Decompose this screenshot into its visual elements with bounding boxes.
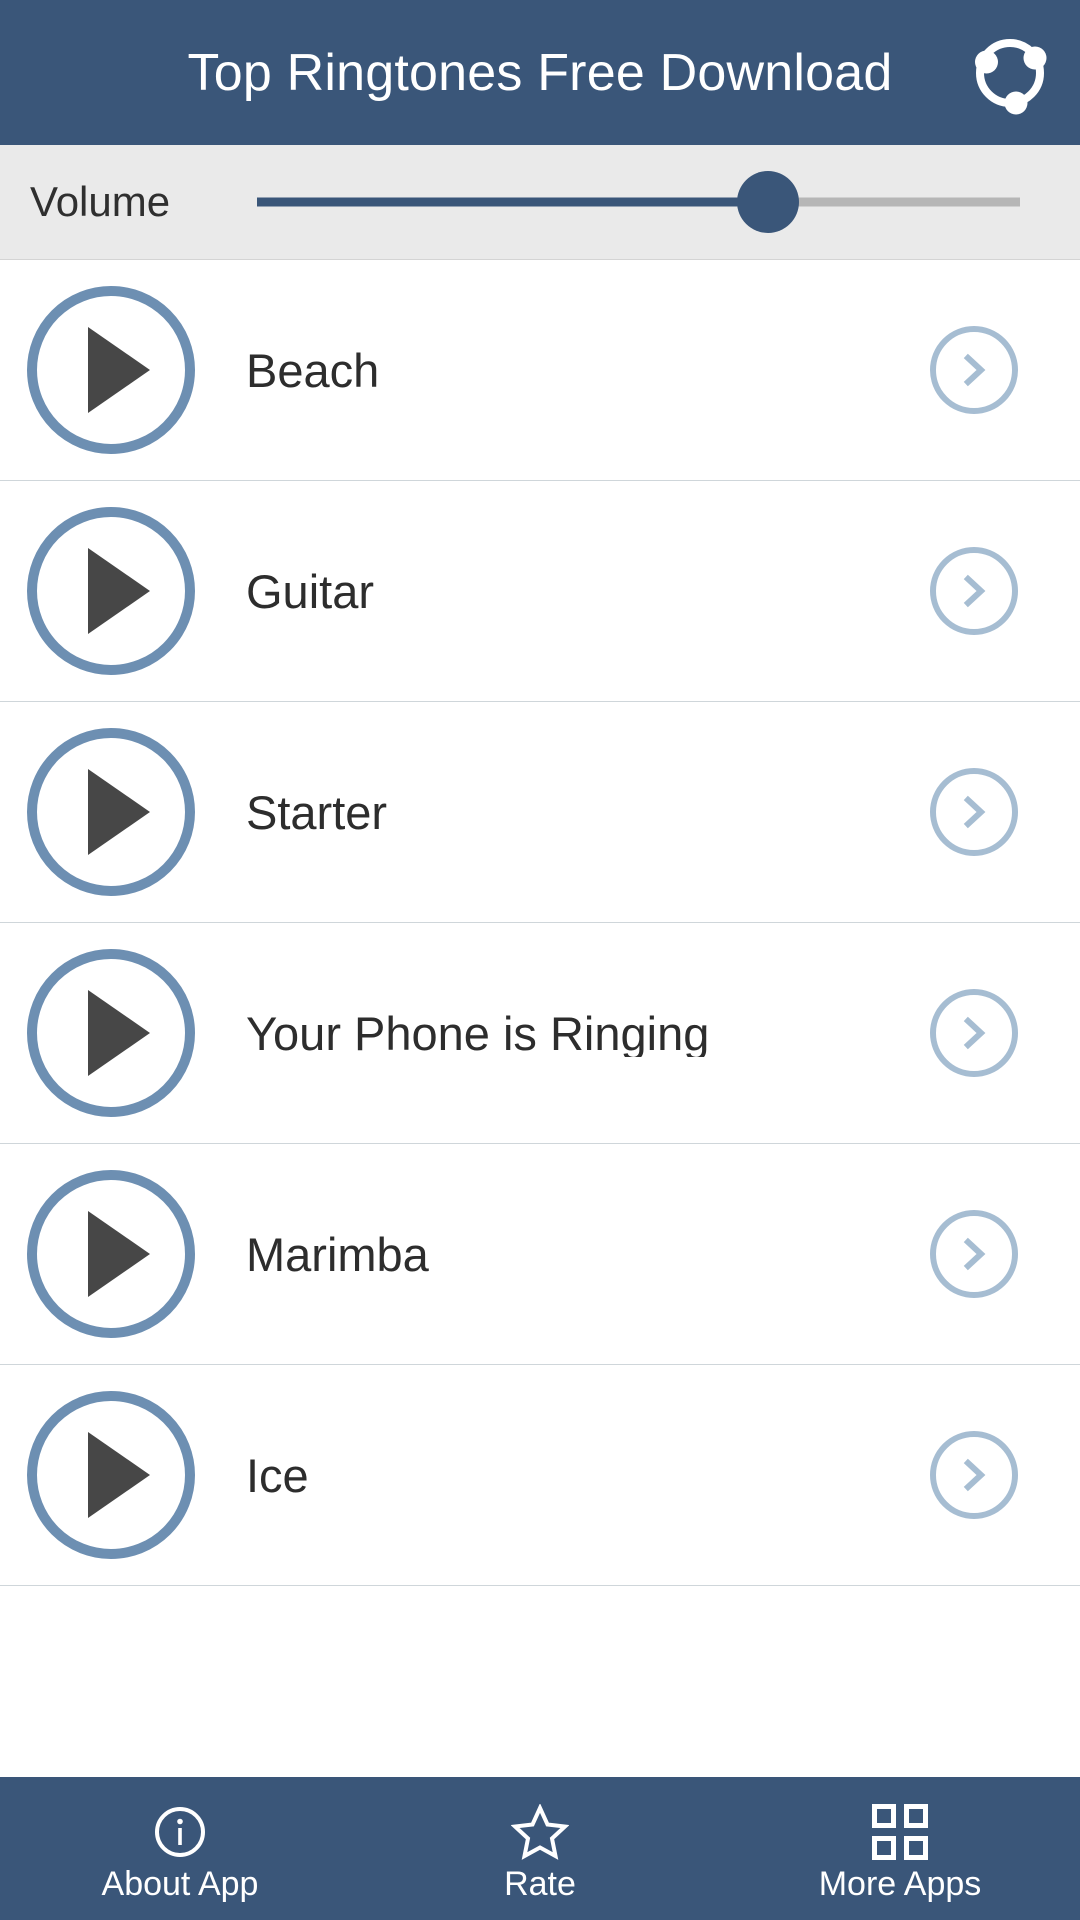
nav-item-about-app[interactable]: About App xyxy=(0,1777,360,1920)
chevron-right-icon[interactable] xyxy=(930,768,1018,856)
play-icon[interactable] xyxy=(27,728,195,896)
list-item[interactable]: Ice xyxy=(0,1365,1080,1586)
grid-apps-icon xyxy=(872,1803,928,1861)
list-item[interactable]: Guitar xyxy=(0,481,1080,702)
ringtone-name: Guitar xyxy=(246,567,374,615)
list-item[interactable]: Your Phone is Ringing xyxy=(0,923,1080,1144)
info-circle-icon xyxy=(152,1803,208,1861)
bottom-navigation: About App Rate More Apps xyxy=(0,1777,1080,1920)
nav-item-more-apps[interactable]: More Apps xyxy=(720,1777,1080,1920)
volume-slider[interactable] xyxy=(257,170,1020,234)
ringtone-name: Ice xyxy=(246,1451,309,1499)
play-icon[interactable] xyxy=(27,286,195,454)
play-icon[interactable] xyxy=(27,1170,195,1338)
play-icon[interactable] xyxy=(27,1391,195,1559)
ringtone-name: Marimba xyxy=(246,1230,429,1278)
nav-label-about-app: About App xyxy=(101,1864,259,1903)
play-icon[interactable] xyxy=(27,507,195,675)
ringtone-list[interactable]: Beach Guitar Starter Your Phone is Ringi… xyxy=(0,260,1080,1777)
chevron-right-icon[interactable] xyxy=(930,1431,1018,1519)
volume-control-bar: Volume xyxy=(0,145,1080,260)
play-icon[interactable] xyxy=(27,949,195,1117)
ringtone-name: Beach xyxy=(246,346,380,394)
chevron-right-icon[interactable] xyxy=(930,989,1018,1077)
list-item[interactable]: Marimba xyxy=(0,1144,1080,1365)
star-outline-icon xyxy=(511,1803,569,1861)
share-network-icon[interactable] xyxy=(962,25,1058,121)
page-title: Top Ringtones Free Download xyxy=(187,43,893,102)
nav-label-more-apps: More Apps xyxy=(818,1864,982,1903)
volume-slider-fill xyxy=(257,197,769,207)
volume-label: Volume xyxy=(30,178,171,225)
chevron-right-icon[interactable] xyxy=(930,547,1018,635)
ringtone-name: Your Phone is Ringing xyxy=(246,1009,710,1057)
chevron-right-icon[interactable] xyxy=(930,1210,1018,1298)
volume-slider-thumb[interactable] xyxy=(737,171,800,233)
list-item[interactable]: Starter xyxy=(0,702,1080,923)
app-header: Top Ringtones Free Download xyxy=(0,0,1080,145)
app-root: Top Ringtones Free Download Volume Beach xyxy=(0,0,1080,1920)
list-item[interactable]: Beach xyxy=(0,260,1080,481)
chevron-right-icon[interactable] xyxy=(930,326,1018,414)
nav-label-rate: Rate xyxy=(504,1864,576,1903)
ringtone-name: Starter xyxy=(246,788,388,836)
nav-item-rate[interactable]: Rate xyxy=(360,1777,720,1920)
